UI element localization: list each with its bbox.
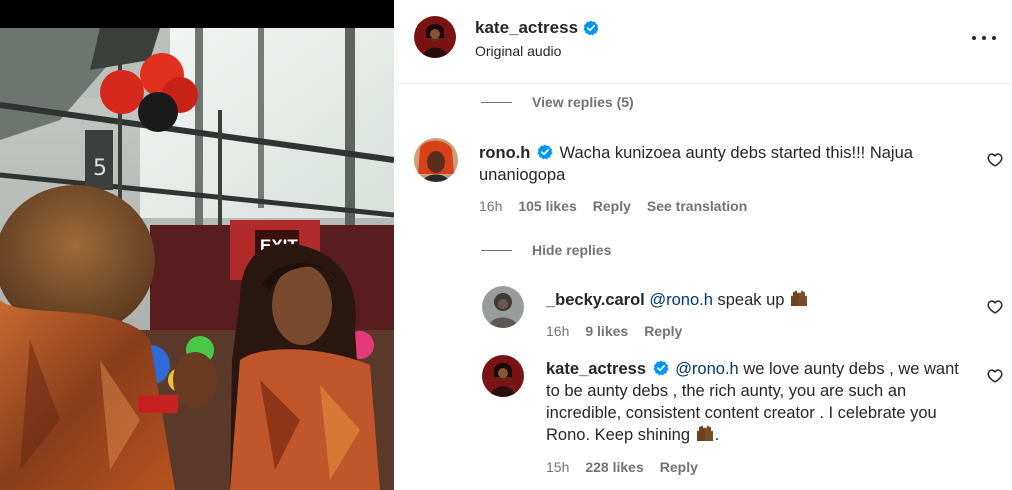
heart-outline-icon[interactable] — [987, 368, 1003, 384]
reply-mention[interactable]: @rono.h — [649, 291, 713, 309]
reply-button[interactable]: Reply — [593, 198, 631, 214]
hide-replies-label[interactable]: Hide replies — [532, 242, 611, 258]
comment-text: rono.h Wacha kunizoea aunty debs started… — [479, 142, 979, 186]
view-replies-toggle[interactable]: View replies (5) — [481, 94, 634, 110]
divider-line — [481, 249, 512, 251]
heart-outline-icon[interactable] — [987, 299, 1003, 315]
comment-meta: 16h 105 likes Reply See translation — [479, 198, 763, 214]
post-header: kate_actress Original audio — [394, 0, 1012, 84]
commenter-avatar[interactable] — [482, 286, 524, 328]
reply-body: speak up — [712, 291, 790, 309]
svg-text:5: 5 — [93, 156, 107, 181]
reply-button[interactable]: Reply — [644, 323, 682, 339]
comments-panel: kate_actress Original audio View replies… — [394, 0, 1012, 490]
hide-replies-toggle[interactable]: Hide replies — [481, 242, 611, 258]
view-replies-label[interactable]: View replies (5) — [532, 94, 634, 110]
verified-badge-icon — [537, 144, 553, 160]
post-author-username[interactable]: kate_actress — [475, 18, 578, 38]
comment-item: rono.h Wacha kunizoea aunty debs started… — [414, 138, 1012, 218]
reply-likes[interactable]: 9 likes — [585, 323, 628, 339]
reply-body-end: . — [714, 426, 720, 444]
reply-meta: 15h 228 likes Reply — [546, 459, 714, 475]
reply-button[interactable]: Reply — [660, 459, 698, 475]
verified-badge-icon — [653, 360, 669, 376]
reply-item: kate_actress @rono.h we love aunty debs … — [482, 355, 1012, 485]
reply-meta: 16h 9 likes Reply — [546, 323, 698, 339]
comment-likes[interactable]: 105 likes — [518, 198, 576, 214]
reply-text: _becky.carol @rono.h speak up — [546, 289, 986, 311]
reply-likes[interactable]: 228 likes — [585, 459, 643, 475]
audio-label[interactable]: Original audio — [475, 43, 561, 59]
divider-line — [481, 101, 512, 103]
commenter-avatar[interactable] — [482, 355, 524, 397]
see-translation-button[interactable]: See translation — [647, 198, 747, 214]
author-avatar[interactable] — [414, 16, 456, 58]
raised-hands-emoji — [789, 290, 809, 308]
reply-mention[interactable]: @rono.h — [675, 360, 739, 378]
heart-outline-icon[interactable] — [987, 152, 1003, 168]
reply-time[interactable]: 15h — [546, 459, 569, 475]
reel-video[interactable]: 5 EXIT — [0, 0, 394, 490]
raised-hands-emoji — [695, 425, 715, 443]
reply-item: _becky.carol @rono.h speak up 16h 9 like… — [482, 286, 1012, 346]
commenter-avatar[interactable] — [414, 138, 458, 182]
reply-username[interactable]: _becky.carol — [546, 291, 645, 309]
video-frame: 5 EXIT — [0, 0, 394, 490]
comment-username[interactable]: rono.h — [479, 144, 530, 162]
reply-time[interactable]: 16h — [546, 323, 569, 339]
verified-badge-icon — [583, 20, 599, 36]
reply-username[interactable]: kate_actress — [546, 360, 646, 378]
comment-time[interactable]: 16h — [479, 198, 502, 214]
reply-text: kate_actress @rono.h we love aunty debs … — [546, 358, 976, 446]
more-options-icon[interactable] — [972, 30, 996, 46]
post-author-name[interactable]: kate_actress — [475, 18, 599, 38]
